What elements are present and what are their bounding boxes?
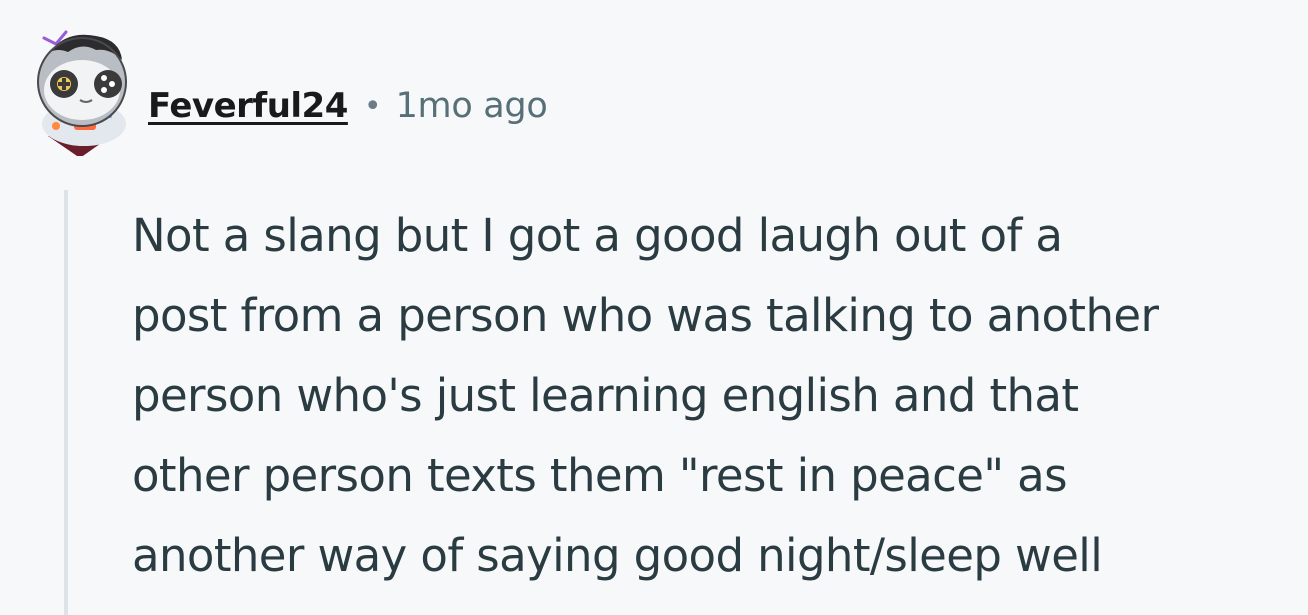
comment: Feverful24 • 1mo ago Not a slang but I g… (0, 0, 1308, 615)
comment-body-line: person who's just learning english and t… (132, 369, 1079, 422)
meta-separator: • (363, 88, 382, 124)
comment-body: Not a slang but I got a good laugh out o… (132, 196, 1304, 596)
comment-body-line: Not a slang but I got a good laugh out o… (132, 209, 1063, 262)
comment-timestamp[interactable]: 1mo ago (396, 86, 548, 126)
comment-body-line: post from a person who was talking to an… (132, 289, 1159, 342)
author-username-link[interactable]: Feverful24 (148, 86, 348, 126)
thread-collapse-line[interactable] (64, 190, 68, 615)
comment-header: Feverful24 • 1mo ago (148, 76, 548, 136)
comment-body-line: other person texts them "rest in peace" … (132, 449, 1068, 502)
user-avatar-icon[interactable] (22, 26, 138, 158)
comment-body-line: another way of saying good night/sleep w… (132, 529, 1103, 582)
